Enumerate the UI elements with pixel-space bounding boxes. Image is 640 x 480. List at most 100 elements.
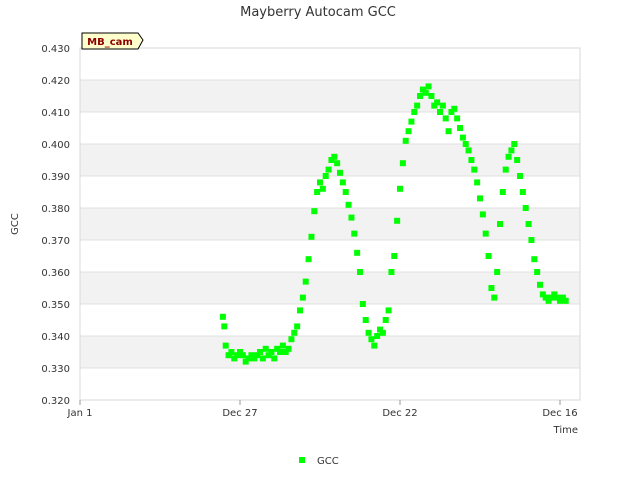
x-tick-label: Jan 1: [67, 408, 93, 419]
grid-band: [80, 80, 580, 112]
data-point: [425, 83, 432, 90]
y-axis-ticks: 0.320 0.330 0.340 0.350 0.360 0.370 0.380 0.390…: [41, 44, 70, 407]
data-point: [277, 349, 283, 355]
data-point: [494, 269, 501, 275]
data-point: [457, 125, 463, 131]
legend: GCC: [299, 456, 339, 467]
data-point: [474, 179, 481, 186]
data-point: [348, 214, 355, 221]
chart: Mayberry Autocam GCC 0.320 0.330 0.340 0.35…: [10, 5, 581, 467]
data-point: [462, 141, 469, 147]
grid-band: [80, 304, 580, 336]
y-tick-label: 0.360: [41, 268, 70, 279]
data-point: [297, 307, 303, 314]
data-point: [259, 355, 266, 362]
data-point: [468, 157, 475, 163]
data-point: [482, 230, 489, 237]
data-point: [537, 281, 543, 288]
data-point: [371, 342, 378, 349]
y-tick-label: 0.390: [41, 172, 70, 183]
grid-band: [80, 112, 580, 144]
y-tick-label: 0.380: [41, 204, 70, 215]
data-point: [491, 294, 498, 301]
data-point: [477, 195, 483, 202]
data-point: [337, 169, 343, 176]
grid-band: [80, 240, 580, 272]
chart-title: Mayberry Autocam GCC: [240, 5, 396, 20]
data-point: [488, 285, 495, 291]
grid-band: [80, 48, 580, 80]
legend-marker: [299, 457, 305, 463]
data-point: [428, 93, 435, 99]
data-point: [302, 278, 309, 285]
y-tick-label: 0.430: [41, 44, 70, 55]
data-point: [311, 208, 318, 215]
data-point: [365, 329, 372, 336]
y-tick-label: 0.350: [41, 300, 70, 311]
data-point: [331, 153, 338, 160]
data-point: [314, 189, 321, 195]
badge-label: MB_cam: [87, 37, 133, 48]
data-point: [359, 301, 366, 307]
data-point: [434, 99, 441, 106]
y-tick-label: 0.320: [41, 396, 70, 407]
data-point: [221, 323, 228, 330]
data-point: [262, 345, 269, 352]
data-point: [442, 115, 449, 122]
data-point: [399, 160, 406, 167]
data-point: [522, 205, 529, 211]
data-point: [299, 294, 306, 301]
data-point: [414, 102, 421, 109]
data-point: [502, 166, 509, 173]
data-point: [351, 230, 358, 237]
x-tick-label: Dec 27: [222, 408, 257, 419]
data-point: [437, 109, 443, 115]
x-tick-label: Dec 16: [542, 408, 577, 419]
data-point: [388, 269, 395, 275]
data-point: [288, 336, 295, 343]
data-point: [511, 141, 518, 147]
grid-band: [80, 336, 580, 368]
data-point: [257, 349, 263, 355]
data-point: [354, 249, 361, 256]
data-point: [362, 317, 369, 323]
data-point: [445, 128, 452, 135]
data-point: [525, 221, 532, 227]
data-point: [454, 115, 461, 122]
data-point: [379, 329, 386, 336]
data-point: [391, 253, 398, 259]
data-point: [505, 153, 512, 160]
data-point: [514, 157, 521, 163]
data-point: [397, 185, 403, 192]
data-point: [408, 118, 415, 125]
data-point: [499, 189, 506, 195]
data-point: [534, 269, 541, 275]
y-tick-label: 0.330: [41, 364, 70, 375]
y-tick-label: 0.370: [41, 236, 70, 247]
data-point: [417, 93, 423, 99]
data-point: [497, 221, 503, 227]
data-point: [374, 333, 381, 339]
data-point: [345, 201, 352, 208]
y-tick-label: 0.400: [41, 140, 70, 151]
data-point: [402, 137, 409, 144]
data-point: [531, 256, 538, 263]
data-point: [305, 256, 312, 263]
data-point: [271, 355, 278, 362]
data-point: [459, 134, 466, 141]
data-point: [465, 147, 472, 154]
data-point: [422, 89, 429, 96]
y-axis-label: GCC: [10, 213, 21, 235]
data-point: [334, 160, 341, 167]
data-point: [339, 179, 346, 186]
data-point: [405, 128, 412, 135]
data-point: [508, 147, 515, 154]
data-point: [562, 297, 569, 304]
data-point: [294, 323, 301, 330]
data-point: [485, 253, 492, 259]
data-point: [411, 109, 418, 115]
data-point: [394, 217, 401, 224]
data-point: [528, 237, 535, 243]
y-tick-label: 0.420: [41, 76, 70, 87]
data-point: [382, 317, 389, 323]
